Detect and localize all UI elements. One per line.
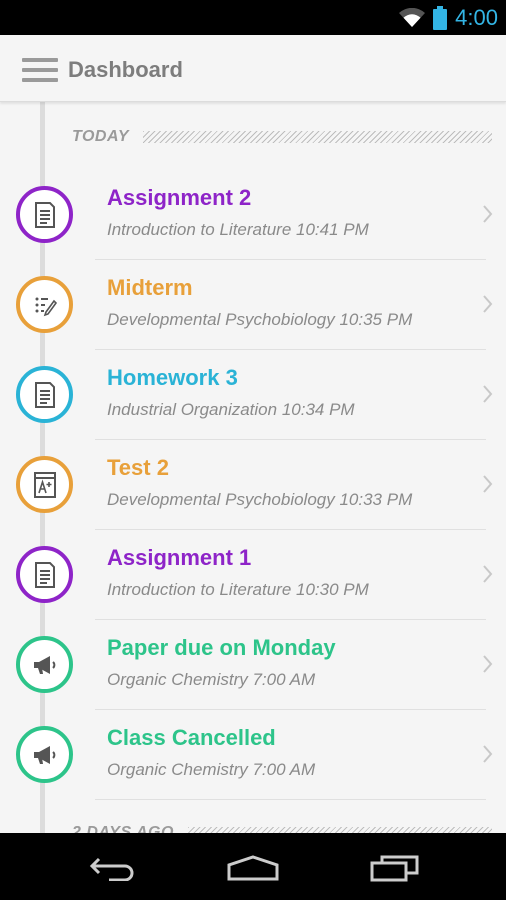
timeline-list[interactable]: TODAY Assignment 2 Introduction to Litera… bbox=[0, 102, 506, 833]
item-subtitle: Introduction to Literature 10:30 PM bbox=[107, 580, 369, 599]
app-bar: Dashboard bbox=[0, 35, 506, 102]
status-bar: 4:00 bbox=[0, 0, 506, 35]
item-title: Assignment 2 bbox=[107, 185, 252, 210]
chevron-right-icon bbox=[480, 293, 494, 315]
battery-icon bbox=[433, 5, 448, 30]
chevron-right-icon bbox=[480, 653, 494, 675]
item-title: Assignment 1 bbox=[107, 545, 252, 570]
section-header-today: TODAY bbox=[72, 127, 492, 147]
chevron-right-icon bbox=[480, 563, 494, 585]
item-subtitle: Organic Chemistry 7:00 AM bbox=[107, 670, 316, 689]
item-title: Paper due on Monday bbox=[107, 635, 336, 660]
item-title: Homework 3 bbox=[107, 365, 238, 390]
megaphone-icon bbox=[32, 654, 58, 676]
item-title: Midterm bbox=[107, 275, 193, 300]
grade-a-plus-icon bbox=[33, 471, 57, 498]
item-title: Class Cancelled bbox=[107, 725, 276, 750]
navigation-bar bbox=[0, 833, 506, 900]
item-icon-badge bbox=[16, 276, 73, 333]
list-item[interactable]: Class Cancelled Organic Chemistry 7:00 AM bbox=[0, 710, 506, 800]
item-icon-badge bbox=[16, 546, 73, 603]
chevron-right-icon bbox=[480, 203, 494, 225]
home-icon[interactable] bbox=[223, 853, 283, 883]
item-icon-badge bbox=[16, 456, 73, 513]
checklist-pencil-icon bbox=[33, 293, 57, 317]
list-item[interactable]: Assignment 1 Introduction to Literature 1… bbox=[0, 530, 506, 620]
status-time: 4:00 bbox=[455, 4, 498, 30]
item-subtitle: Developmental Psychobiology 10:35 PM bbox=[107, 310, 413, 329]
page-title: Dashboard bbox=[68, 57, 183, 82]
section-divider bbox=[143, 131, 492, 143]
item-title: Test 2 bbox=[107, 455, 169, 480]
recent-apps-icon[interactable] bbox=[365, 853, 425, 883]
list-item[interactable]: Test 2 Developmental Psychobiology 10:33 … bbox=[0, 440, 506, 530]
item-icon-badge bbox=[16, 636, 73, 693]
chevron-right-icon bbox=[480, 743, 494, 765]
item-subtitle: Industrial Organization 10:34 PM bbox=[107, 400, 355, 419]
section-header-older: 2 DAYS AGO bbox=[72, 823, 492, 833]
section-label: 2 DAYS AGO bbox=[72, 824, 174, 833]
megaphone-icon bbox=[32, 744, 58, 766]
list-item[interactable]: Homework 3 Industrial Organization 10:34 … bbox=[0, 350, 506, 440]
item-icon-badge bbox=[16, 726, 73, 783]
item-icon-badge bbox=[16, 366, 73, 423]
list-item[interactable]: Assignment 2 Introduction to Literature 1… bbox=[0, 170, 506, 260]
list-item[interactable]: Midterm Developmental Psychobiology 10:35… bbox=[0, 260, 506, 350]
item-subtitle: Introduction to Literature 10:41 PM bbox=[107, 220, 369, 239]
document-icon bbox=[33, 561, 57, 588]
wifi-icon bbox=[399, 7, 426, 28]
chevron-right-icon bbox=[480, 383, 494, 405]
item-icon-badge bbox=[16, 186, 73, 243]
section-label: TODAY bbox=[72, 128, 130, 145]
document-icon bbox=[33, 381, 57, 408]
list-item[interactable]: Paper due on Monday Organic Chemistry 7:0… bbox=[0, 620, 506, 710]
menu-icon[interactable] bbox=[22, 58, 58, 82]
back-icon[interactable] bbox=[83, 853, 143, 883]
document-icon bbox=[33, 201, 57, 228]
item-subtitle: Organic Chemistry 7:00 AM bbox=[107, 760, 316, 779]
chevron-right-icon bbox=[480, 473, 494, 495]
divider bbox=[95, 799, 486, 800]
item-subtitle: Developmental Psychobiology 10:33 PM bbox=[107, 490, 413, 509]
